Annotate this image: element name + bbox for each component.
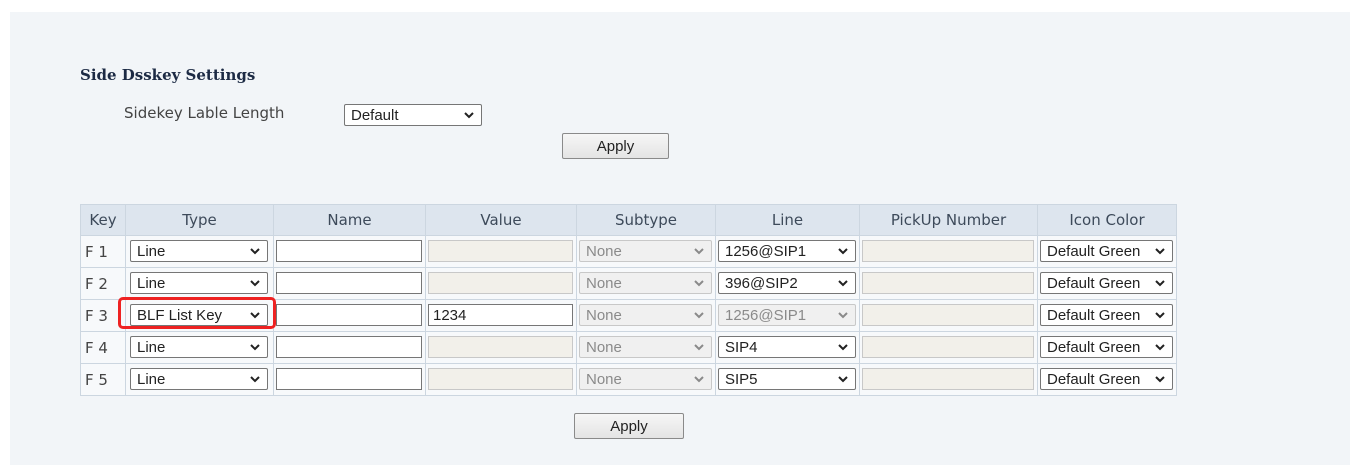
value-input[interactable]: 1234: [428, 304, 573, 326]
icon-color-value: Default Green: [1047, 306, 1141, 324]
header-pickup: PickUp Number: [859, 204, 1038, 236]
chevron-down-icon: [250, 248, 260, 255]
type-select[interactable]: Line: [130, 336, 268, 358]
chevron-down-icon: [1155, 312, 1165, 319]
apply-button-bottom[interactable]: Apply: [574, 413, 684, 439]
type-select[interactable]: Line: [130, 240, 268, 262]
chevron-down-icon: [694, 312, 704, 319]
name-input[interactable]: [276, 336, 422, 358]
value-input: [428, 240, 573, 262]
icon-color-select[interactable]: Default Green: [1040, 368, 1173, 390]
key-cell: F 1: [80, 235, 126, 268]
value-input: [428, 368, 573, 390]
section-title: Side Dsskey Settings: [80, 66, 256, 84]
line-select[interactable]: 1256@SIP1: [718, 240, 856, 262]
line-select[interactable]: 396@SIP2: [718, 272, 856, 294]
chevron-down-icon: [838, 312, 848, 319]
name-input[interactable]: [276, 240, 422, 262]
key-cell: F 2: [80, 267, 126, 300]
line-value: 1256@SIP1: [725, 242, 807, 260]
chevron-down-icon: [694, 376, 704, 383]
value-input: [428, 272, 573, 294]
line-value: SIP4: [725, 338, 758, 356]
table-row: F 2 Line None 396@SIP2 Default Green: [80, 267, 1177, 300]
chevron-down-icon: [1155, 248, 1165, 255]
chevron-down-icon: [838, 280, 848, 287]
line-value: SIP5: [725, 370, 758, 388]
name-input[interactable]: [276, 304, 422, 326]
label-length-value: Default: [351, 106, 399, 124]
pickup-input: [862, 240, 1034, 262]
header-value: Value: [425, 204, 577, 236]
highlight-box: [118, 297, 276, 329]
pickup-input: [862, 272, 1034, 294]
table-row: F 5 Line None SIP5 Default Green: [80, 363, 1177, 396]
line-select: 1256@SIP1: [718, 304, 856, 326]
header-name: Name: [273, 204, 426, 236]
type-value: Line: [137, 338, 166, 356]
icon-color-value: Default Green: [1047, 274, 1141, 292]
type-value: Line: [137, 274, 166, 292]
value-input: [428, 336, 573, 358]
subtype-value: None: [586, 274, 622, 292]
subtype-value: None: [586, 370, 622, 388]
subtype-value: None: [586, 306, 622, 324]
label-length-label: Sidekey Lable Length: [124, 104, 285, 122]
header-line: Line: [715, 204, 860, 236]
subtype-select: None: [579, 336, 712, 358]
icon-color-select[interactable]: Default Green: [1040, 240, 1173, 262]
chevron-down-icon: [694, 280, 704, 287]
chevron-down-icon: [250, 376, 260, 383]
chevron-down-icon: [250, 280, 260, 287]
line-value: 1256@SIP1: [725, 306, 807, 324]
type-value: Line: [137, 370, 166, 388]
label-length-select[interactable]: Default: [344, 104, 482, 126]
chevron-down-icon: [464, 112, 474, 119]
table-header-row: Key Type Name Value Subtype Line PickUp …: [80, 204, 1177, 236]
icon-color-value: Default Green: [1047, 370, 1141, 388]
chevron-down-icon: [1155, 280, 1165, 287]
header-icon-color: Icon Color: [1037, 204, 1177, 236]
table-row: F 1 Line None 1256@SIP1 Default Green: [80, 235, 1177, 268]
icon-color-value: Default Green: [1047, 242, 1141, 260]
type-value: Line: [137, 242, 166, 260]
icon-color-select[interactable]: Default Green: [1040, 304, 1173, 326]
icon-color-select[interactable]: Default Green: [1040, 272, 1173, 294]
chevron-down-icon: [1155, 344, 1165, 351]
subtype-value: None: [586, 242, 622, 260]
line-select[interactable]: SIP4: [718, 336, 856, 358]
name-input[interactable]: [276, 368, 422, 390]
subtype-select: None: [579, 272, 712, 294]
header-subtype: Subtype: [576, 204, 716, 236]
icon-color-value: Default Green: [1047, 338, 1141, 356]
line-value: 396@SIP2: [725, 274, 798, 292]
apply-button-top[interactable]: Apply: [562, 133, 669, 159]
pickup-input: [862, 368, 1034, 390]
icon-color-select[interactable]: Default Green: [1040, 336, 1173, 358]
table-row: F 4 Line None SIP4 Default Green: [80, 331, 1177, 364]
key-cell: F 5: [80, 363, 126, 396]
line-select[interactable]: SIP5: [718, 368, 856, 390]
key-cell: F 4: [80, 331, 126, 364]
pickup-input: [862, 304, 1034, 326]
type-select[interactable]: Line: [130, 368, 268, 390]
header-key: Key: [80, 204, 126, 236]
name-input[interactable]: [276, 272, 422, 294]
chevron-down-icon: [838, 344, 848, 351]
chevron-down-icon: [694, 344, 704, 351]
chevron-down-icon: [694, 248, 704, 255]
chevron-down-icon: [838, 376, 848, 383]
subtype-value: None: [586, 338, 622, 356]
subtype-select: None: [579, 368, 712, 390]
subtype-select: None: [579, 240, 712, 262]
chevron-down-icon: [1155, 376, 1165, 383]
subtype-select: None: [579, 304, 712, 326]
pickup-input: [862, 336, 1034, 358]
chevron-down-icon: [250, 344, 260, 351]
header-type: Type: [125, 204, 274, 236]
chevron-down-icon: [838, 248, 848, 255]
type-select[interactable]: Line: [130, 272, 268, 294]
